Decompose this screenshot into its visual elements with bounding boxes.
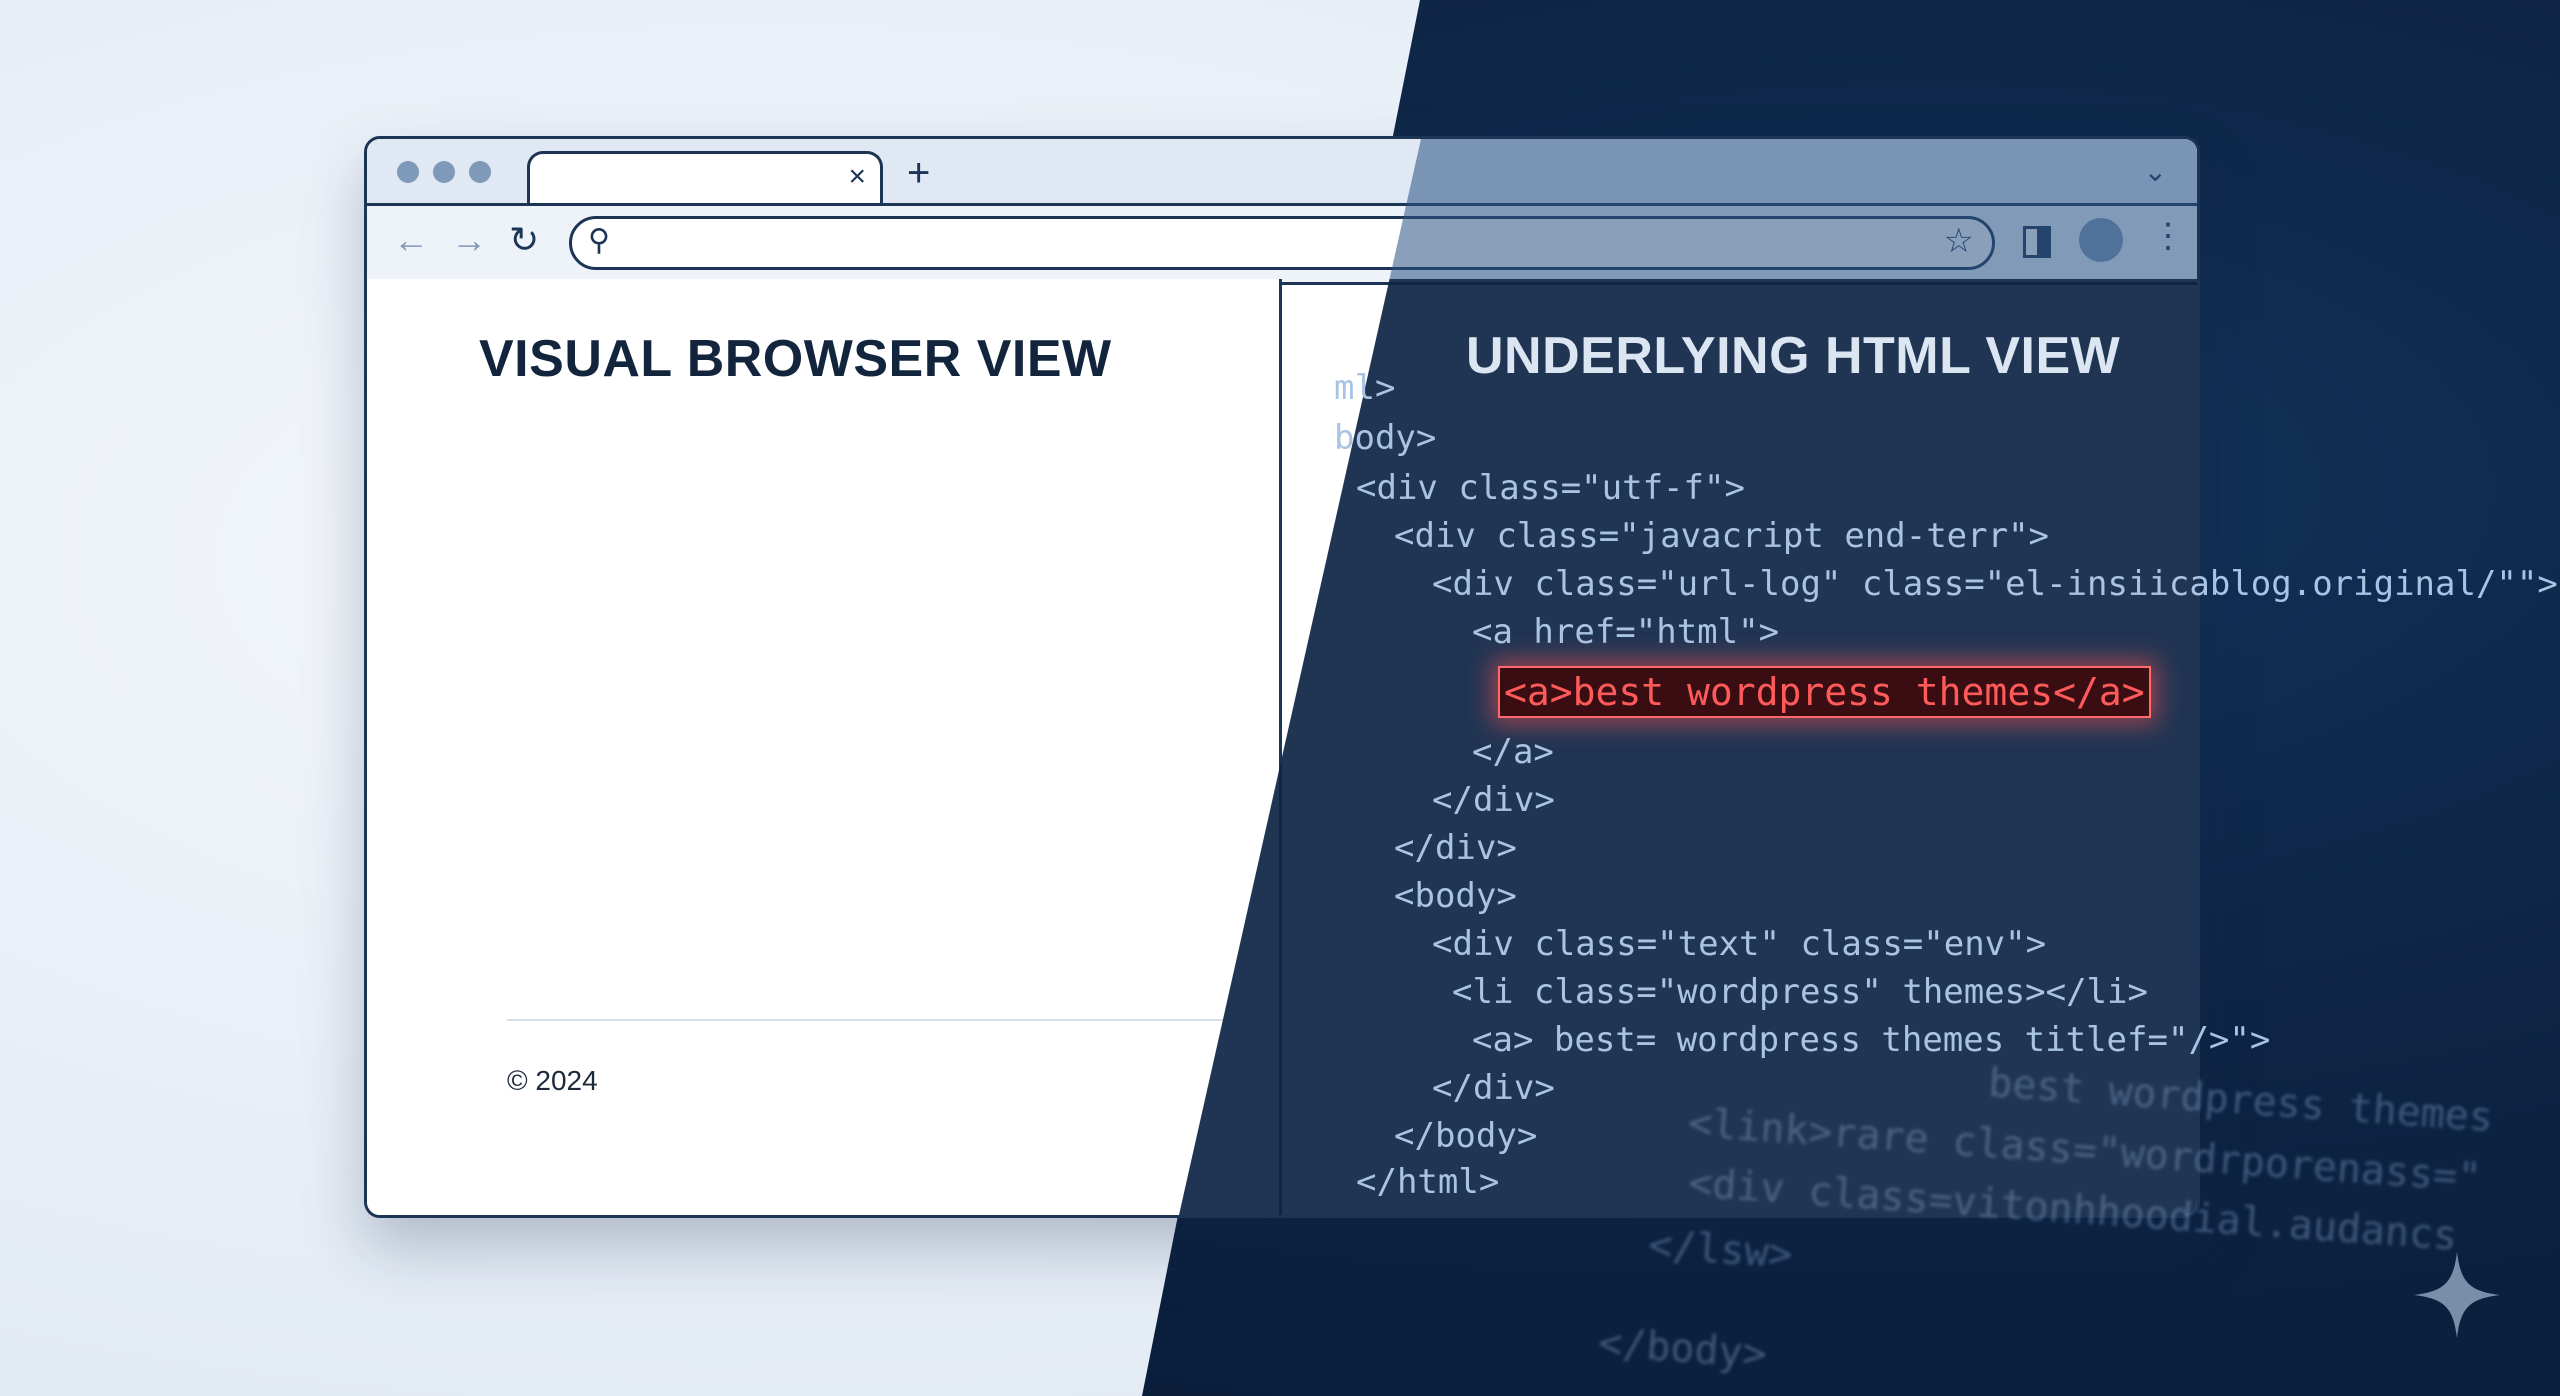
visual-pane: VISUAL BROWSER VIEW © 2024: [367, 279, 1279, 1215]
back-arrow-icon[interactable]: ←: [393, 220, 429, 260]
new-tab-icon[interactable]: +: [907, 153, 930, 193]
browser-tab[interactable]: ×: [527, 151, 883, 208]
code-line: </div>: [1432, 780, 1555, 820]
highlighted-link-code: <a>best wordpress themes</a>: [1498, 666, 2151, 718]
html-pane-title: UNDERLYING HTML VIEW: [1466, 327, 2121, 385]
code-line: </html>: [1356, 1162, 1500, 1202]
code-line: <a href="html">: [1472, 612, 1780, 652]
code-line: </div>: [1394, 828, 1517, 868]
code-line: </a>: [1472, 732, 1554, 772]
code-line: <div class="javacript end-terr">: [1394, 516, 2050, 556]
code-line: </body>: [1394, 1116, 1538, 1156]
footer-divider: [507, 1019, 1227, 1021]
forward-arrow-icon[interactable]: →: [451, 220, 487, 260]
reload-icon[interactable]: ↻: [509, 220, 539, 260]
copyright-text: © 2024: [507, 1065, 598, 1096]
tab-close-icon[interactable]: ×: [848, 162, 866, 192]
code-line: body>: [1334, 418, 1437, 458]
window-close-dot[interactable]: [397, 161, 419, 183]
search-icon: ⚲: [588, 224, 610, 257]
code-line: <div class="url-log" class="el-insiicabl…: [1432, 564, 2558, 604]
code-line: <div class="text" class="env">: [1432, 924, 2047, 964]
window-controls: [397, 161, 491, 183]
visual-pane-title: VISUAL BROWSER VIEW: [479, 330, 1112, 388]
code-line: </div>: [1432, 1068, 1555, 1108]
code-line: <a> best= wordpress themes titlef="/>">: [1472, 1020, 2271, 1060]
code-line: ml>: [1334, 368, 1396, 408]
window-maximize-dot[interactable]: [469, 161, 491, 183]
code-line: <li class="wordpress" themes></li>: [1452, 972, 2148, 1012]
window-minimize-dot[interactable]: [433, 161, 455, 183]
code-line: <body>: [1394, 876, 1517, 916]
sparkle-icon: [2413, 1251, 2501, 1339]
code-line: <div class="utf-f">: [1356, 468, 1745, 508]
